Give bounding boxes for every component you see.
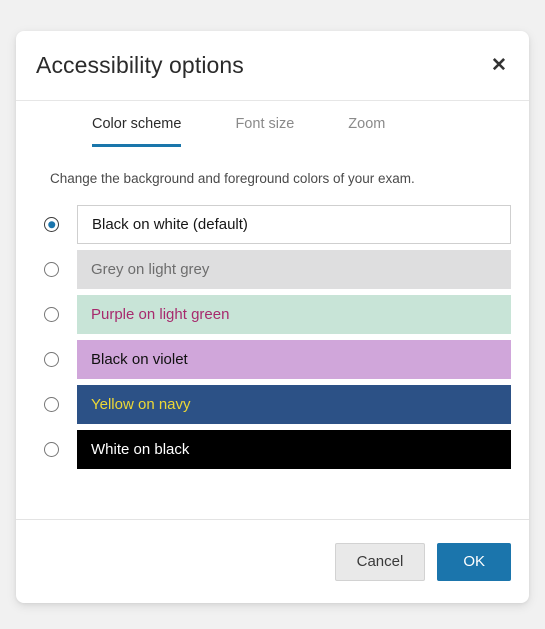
dialog-header: Accessibility options ✕ [16,31,529,101]
color-scheme-label: Purple on light green [91,306,230,323]
color-scheme-option[interactable]: Black on white (default) [34,202,511,247]
cancel-button[interactable]: Cancel [334,542,426,581]
color-scheme-swatch[interactable]: White on black [77,430,511,469]
radio-button[interactable] [44,352,59,367]
radio-button[interactable] [44,262,59,277]
color-scheme-label: White on black [91,441,190,458]
tab-zoom[interactable]: Zoom [348,113,385,147]
dialog-footer: Cancel OK [16,519,529,603]
color-scheme-swatch[interactable]: Grey on light grey [77,250,511,289]
color-scheme-swatch[interactable]: Purple on light green [77,295,511,334]
ok-button[interactable]: OK [437,542,511,581]
color-scheme-swatch[interactable]: Yellow on navy [77,385,511,424]
color-scheme-option[interactable]: Yellow on navy [34,382,511,427]
dialog-title: Accessibility options [36,52,244,78]
color-scheme-option-list: Black on white (default) Grey on light gr… [34,202,511,472]
color-scheme-option[interactable]: Black on violet [34,337,511,382]
tab-font-size[interactable]: Font size [235,113,294,147]
accessibility-options-dialog: Accessibility options ✕ Color scheme Fon… [16,31,529,603]
color-scheme-swatch[interactable]: Black on white (default) [77,205,511,244]
radio-button[interactable] [44,217,59,232]
tab-color-scheme[interactable]: Color scheme [92,113,182,147]
radio-button[interactable] [44,307,59,322]
radio-button[interactable] [44,442,59,457]
color-scheme-option[interactable]: Grey on light grey [34,247,511,292]
dialog-body: Change the background and foreground col… [16,147,529,519]
color-scheme-option[interactable]: Purple on light green [34,292,511,337]
close-icon-glyph: ✕ [491,55,507,76]
color-scheme-label: Black on white (default) [92,216,248,233]
color-scheme-label: Black on violet [91,351,188,368]
tab-bar: Color scheme Font size Zoom [16,101,529,147]
close-icon[interactable]: ✕ [483,50,515,82]
color-scheme-swatch[interactable]: Black on violet [77,340,511,379]
radio-button[interactable] [44,397,59,412]
color-scheme-description: Change the background and foreground col… [50,171,415,186]
color-scheme-option[interactable]: White on black [34,427,511,472]
color-scheme-label: Grey on light grey [91,261,210,278]
color-scheme-label: Yellow on navy [91,396,191,413]
